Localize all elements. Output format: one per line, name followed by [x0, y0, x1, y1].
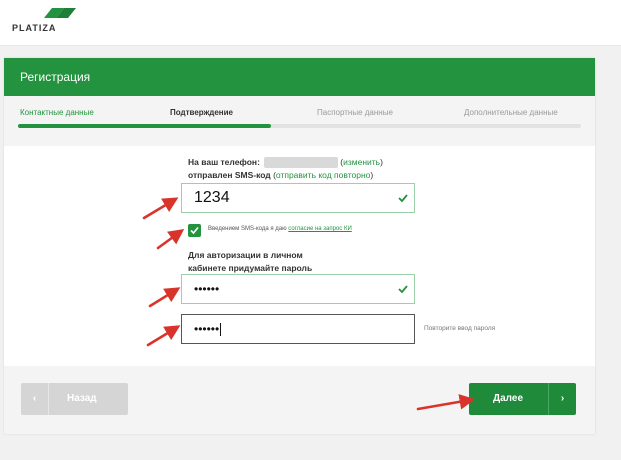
logo-mark-icon: [44, 8, 76, 18]
repeat-password-input[interactable]: ••••••: [181, 314, 415, 344]
sms-line2-prefix: отправлен SMS-код: [188, 170, 271, 180]
sms-info: На ваш телефон: (изменить) отправлен SMS…: [188, 157, 383, 180]
password-value: ••••••: [194, 282, 220, 296]
check-icon: [398, 194, 408, 203]
password-input[interactable]: ••••••: [181, 274, 415, 304]
repeat-password-value: ••••••: [194, 322, 220, 336]
top-bar: PLATIZA: [0, 0, 621, 46]
repeat-password-hint: Повторите ввод пароля: [424, 325, 496, 332]
platiza-logo[interactable]: PLATIZA: [12, 8, 76, 34]
next-button-label: Далее: [493, 393, 524, 404]
sms-code-input[interactable]: 1234: [181, 183, 415, 213]
text-cursor: [220, 323, 222, 337]
consent-label: Введением SMS-кода я даю: [208, 226, 287, 232]
sms-code-value: 1234: [194, 189, 230, 206]
step-additional: Дополнительные данные: [464, 108, 558, 117]
progress-track: [18, 124, 581, 128]
consent-checkbox[interactable]: [188, 224, 201, 237]
consent-link[interactable]: согласие на запрос КИ: [288, 226, 351, 232]
consent-text: Введением SMS-кода я даю согласие на зап…: [208, 226, 352, 232]
progress-fill: [18, 124, 272, 128]
check-icon: [398, 285, 408, 294]
card-title: Регистрация: [4, 58, 595, 96]
chevron-left-icon: ‹: [21, 383, 49, 415]
sms-line1-prefix: На ваш телефон:: [188, 157, 260, 167]
password-label-line2: кабинете придумайте пароль: [188, 263, 313, 273]
next-button[interactable]: Далее ›: [469, 383, 576, 415]
password-label: Для авторизации в личном кабинете придум…: [188, 249, 408, 275]
resend-code-link[interactable]: отправить код повторно: [276, 170, 370, 180]
password-label-line1: Для авторизации в личном: [188, 250, 303, 260]
checkbox-check-icon: [190, 226, 199, 235]
chevron-right-icon: ›: [548, 383, 576, 415]
step-confirmation: Подтверждение: [170, 108, 233, 117]
step-contact: Контактные данные: [20, 108, 94, 117]
logo-text: PLATIZA: [12, 23, 57, 33]
back-button[interactable]: ‹ Назад: [21, 383, 128, 415]
back-button-label: Назад: [67, 393, 97, 404]
change-phone-link[interactable]: изменить: [343, 157, 380, 167]
phone-number-masked: [264, 157, 339, 169]
step-passport: Паспортные данные: [317, 108, 393, 117]
